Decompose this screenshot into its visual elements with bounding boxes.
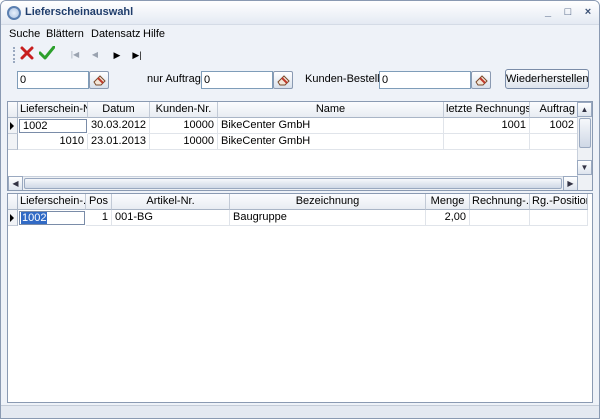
eraser-icon bbox=[475, 75, 488, 86]
col-header-letzte-rechnungsnr[interactable]: letzte Rechnungsnr. bbox=[444, 102, 530, 118]
col-header-lieferschein-nr[interactable]: Lieferschein-Nr. bbox=[18, 102, 88, 118]
col-header-artikel-nr[interactable]: Artikel-Nr. bbox=[112, 194, 230, 210]
lookup-button-3[interactable] bbox=[471, 71, 491, 89]
scroll-right-arrow-icon[interactable]: ▶ bbox=[563, 176, 578, 190]
status-bar bbox=[1, 405, 599, 418]
lieferschein-filter-input[interactable]: 0 bbox=[17, 71, 89, 89]
scroll-thumb[interactable] bbox=[24, 178, 562, 189]
cell-kunden-nr[interactable]: 10000 bbox=[150, 134, 218, 150]
cell-name[interactable]: BikeCenter GmbH bbox=[218, 118, 444, 134]
cell-name[interactable]: BikeCenter GmbH bbox=[218, 134, 444, 150]
menu-datensatz[interactable]: Datensatz bbox=[91, 28, 141, 40]
cell-letzte-rechnungsnr[interactable]: 1001 bbox=[444, 118, 530, 134]
cell-lieferschein[interactable]: 1002 bbox=[19, 211, 85, 225]
filter-bar: 0 nur Auftrag: 0 Kunden-Bestellnr.: 0 Wi… bbox=[5, 67, 595, 93]
scroll-corner bbox=[578, 176, 592, 190]
lookup-button-1[interactable] bbox=[89, 71, 109, 89]
grid-corner bbox=[8, 102, 18, 118]
cell-datum[interactable]: 23.01.2013 bbox=[88, 134, 150, 150]
nur-auftrag-label: nur Auftrag: bbox=[147, 73, 204, 85]
delivery-note-grid[interactable]: Lieferschein-Nr. Datum Kunden-Nr. Name l… bbox=[7, 101, 593, 191]
green-check-icon bbox=[38, 45, 56, 60]
kunden-bestellnr-input[interactable]: 0 bbox=[379, 71, 471, 89]
col-header-rechnung[interactable]: Rechnung-... bbox=[470, 194, 530, 210]
menu-suche[interactable]: Suche bbox=[9, 28, 40, 40]
lookup-button-2[interactable] bbox=[273, 71, 293, 89]
menu-bar: Suche Blättern Datensatz Hilfe bbox=[1, 26, 599, 44]
cell-artikel-nr[interactable]: 001-BG bbox=[112, 210, 230, 226]
col-header-datum[interactable]: Datum bbox=[88, 102, 150, 118]
menu-blaettern[interactable]: Blättern bbox=[46, 28, 84, 40]
cell-letzte-rechnungsnr[interactable] bbox=[444, 134, 530, 150]
cell-auftrag[interactable]: 1002 bbox=[530, 118, 578, 134]
col-header-menge[interactable]: Menge bbox=[426, 194, 470, 210]
red-x-icon bbox=[20, 46, 34, 60]
cell-menge[interactable]: 2,00 bbox=[426, 210, 470, 226]
first-record-button[interactable]: |◀ bbox=[67, 46, 83, 64]
toolbar-grip bbox=[13, 47, 15, 63]
current-row-arrow-icon bbox=[10, 214, 14, 222]
last-record-button[interactable]: ▶| bbox=[129, 46, 145, 64]
maximize-button[interactable]: □ bbox=[561, 5, 575, 19]
main-window: Lieferscheinauswahl _ □ × Suche Blättern… bbox=[0, 0, 600, 419]
row-indicator[interactable] bbox=[8, 134, 18, 150]
cell-rg-position[interactable] bbox=[530, 210, 588, 226]
menu-hilfe[interactable]: Hilfe bbox=[143, 28, 165, 40]
cell-auftrag[interactable] bbox=[530, 134, 578, 150]
scroll-thumb[interactable] bbox=[579, 118, 591, 148]
grid-corner bbox=[8, 194, 18, 210]
selected-text[interactable]: 1002 bbox=[21, 212, 48, 224]
cell-datum[interactable]: 30.03.2012 bbox=[88, 118, 150, 134]
col-header-name[interactable]: Name bbox=[218, 102, 444, 118]
accept-button[interactable] bbox=[38, 45, 56, 64]
col-header-lieferschein[interactable]: Lieferschein-... bbox=[18, 194, 86, 210]
app-icon bbox=[7, 6, 21, 20]
col-header-auftrag[interactable]: Auftrag bbox=[530, 102, 578, 118]
current-row-arrow-icon bbox=[10, 122, 14, 130]
window-title: Lieferscheinauswahl bbox=[25, 6, 134, 18]
cell-lieferschein-nr[interactable]: 1002 bbox=[19, 119, 87, 133]
top-grid-vertical-scrollbar[interactable]: ▲ ▼ bbox=[577, 102, 592, 176]
toolbar: |◀ ◀ ▶ ▶| bbox=[1, 45, 599, 65]
cell-pos[interactable]: 1 bbox=[86, 210, 112, 226]
scroll-down-arrow-icon[interactable]: ▼ bbox=[577, 160, 592, 175]
minimize-button[interactable]: _ bbox=[541, 5, 555, 19]
nur-auftrag-input[interactable]: 0 bbox=[201, 71, 273, 89]
close-button[interactable]: × bbox=[581, 5, 595, 19]
row-indicator[interactable] bbox=[8, 210, 18, 226]
cell-bezeichnung[interactable]: Baugruppe bbox=[230, 210, 426, 226]
restore-button[interactable]: Wiederherstellen bbox=[505, 69, 589, 89]
row-indicator[interactable] bbox=[8, 118, 18, 134]
col-header-bezeichnung[interactable]: Bezeichnung bbox=[230, 194, 426, 210]
col-header-rg-position[interactable]: Rg.-Position bbox=[530, 194, 588, 210]
next-record-button[interactable]: ▶ bbox=[109, 46, 125, 64]
cell-kunden-nr[interactable]: 10000 bbox=[150, 118, 218, 134]
col-header-pos[interactable]: Pos bbox=[86, 194, 112, 210]
prev-record-button[interactable]: ◀ bbox=[87, 46, 103, 64]
top-grid-horizontal-scrollbar[interactable]: ◀ ▶ bbox=[8, 176, 578, 190]
title-bar: Lieferscheinauswahl _ □ × bbox=[1, 1, 599, 25]
cell-lieferschein-nr[interactable]: 1010 bbox=[18, 134, 88, 150]
cell-rechnung[interactable] bbox=[470, 210, 530, 226]
col-header-kunden-nr[interactable]: Kunden-Nr. bbox=[150, 102, 218, 118]
delivery-items-grid[interactable]: Lieferschein-... Pos Artikel-Nr. Bezeich… bbox=[7, 193, 593, 403]
scroll-left-arrow-icon[interactable]: ◀ bbox=[8, 176, 23, 190]
eraser-icon bbox=[277, 75, 290, 86]
eraser-icon bbox=[93, 75, 106, 86]
scroll-up-arrow-icon[interactable]: ▲ bbox=[577, 102, 592, 117]
cancel-button[interactable] bbox=[19, 46, 35, 64]
